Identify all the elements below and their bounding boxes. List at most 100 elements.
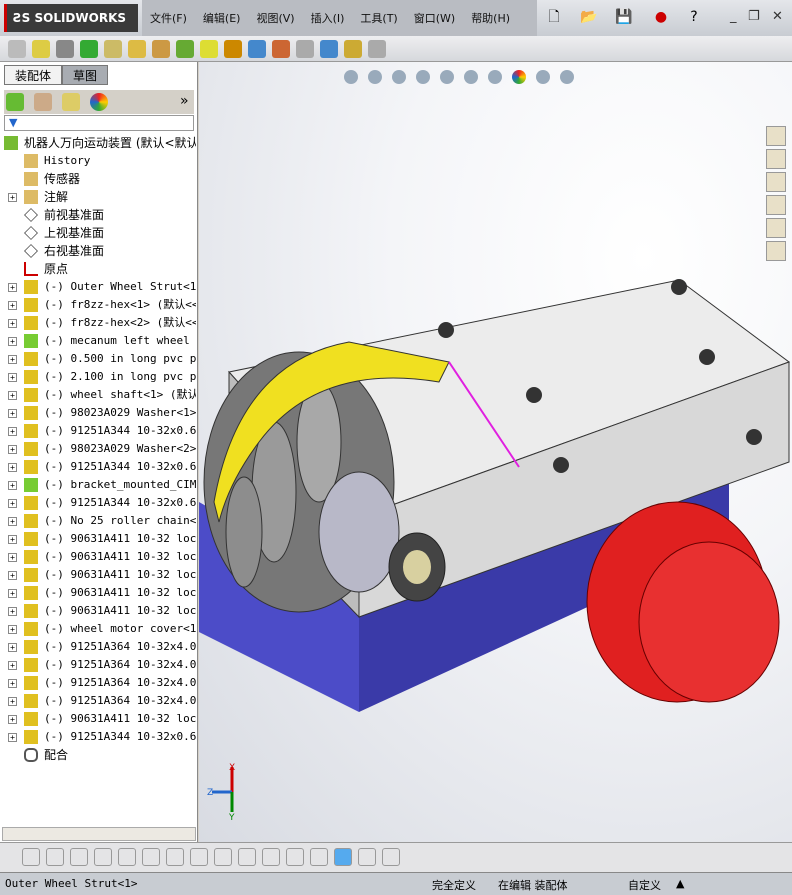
expand-toggle[interactable]: +	[8, 679, 17, 688]
chamfer-icon[interactable]	[190, 848, 208, 866]
toolbar-tool-icon[interactable]	[344, 40, 362, 58]
tab-sketch[interactable]: 草图	[62, 65, 109, 85]
3d-view-icon[interactable]	[334, 848, 352, 866]
expand-toggle[interactable]: +	[8, 427, 17, 436]
dimension-icon[interactable]	[262, 848, 280, 866]
menu-item[interactable]: 编辑(E)	[203, 10, 241, 26]
menu-item[interactable]: 帮助(H)	[471, 10, 510, 26]
spline-icon[interactable]	[238, 848, 256, 866]
expand-toggle[interactable]: +	[8, 697, 17, 706]
help-icon[interactable]: ?	[685, 8, 703, 26]
toolbar-tool-icon[interactable]	[32, 40, 50, 58]
restore-button[interactable]: ❐	[748, 9, 760, 24]
configuration-tab-icon[interactable]	[62, 93, 80, 111]
expand-toggle[interactable]: +	[8, 319, 17, 328]
expand-toggle[interactable]: +	[8, 373, 17, 382]
toolbar-tool-icon[interactable]	[320, 40, 338, 58]
expand-toggle[interactable]: +	[8, 589, 17, 598]
display-manager-tab-icon[interactable]	[90, 93, 108, 111]
close-button[interactable]: ✕	[772, 9, 783, 24]
expand-toggle[interactable]: +	[8, 643, 17, 652]
single-view-icon[interactable]	[358, 848, 376, 866]
grid-icon[interactable]	[286, 848, 304, 866]
angle-icon[interactable]	[142, 848, 160, 866]
new-document-icon[interactable]: 🗋	[545, 8, 563, 26]
expand-toggle[interactable]: +	[8, 193, 17, 202]
menu-item[interactable]: 工具(T)	[360, 10, 397, 26]
toolbar-tool-icon[interactable]	[224, 40, 242, 58]
tree-item-label: (-) 0.500 in long pvc pipe	[44, 352, 196, 365]
expand-toggle[interactable]: +	[8, 607, 17, 616]
expand-toggle[interactable]: +	[8, 535, 17, 544]
triangle-icon[interactable]	[310, 848, 328, 866]
expand-toggle[interactable]: +	[8, 283, 17, 292]
menu-item[interactable]: 窗口(W)	[414, 10, 455, 26]
toolbar-tool-icon[interactable]	[368, 40, 386, 58]
expand-toggle[interactable]: +	[8, 481, 17, 490]
save-icon[interactable]: 💾	[615, 8, 633, 26]
assembly-model[interactable]	[199, 62, 792, 842]
expand-toggle[interactable]: +	[8, 661, 17, 670]
expand-toggle[interactable]: +	[8, 301, 17, 310]
toolbar-tool-icon[interactable]	[248, 40, 266, 58]
four-view-icon[interactable]	[382, 848, 400, 866]
graphics-viewport[interactable]: X Z Y	[199, 62, 792, 842]
toolbar-tool-icon[interactable]	[152, 40, 170, 58]
expand-toggle[interactable]: +	[8, 499, 17, 508]
toolbar-tool-icon[interactable]	[296, 40, 314, 58]
feature-tree-tab-icon[interactable]	[6, 93, 24, 111]
solidworks-logo[interactable]: ƧS SOLIDWORKS	[4, 4, 138, 32]
toolbar-tool-icon[interactable]	[128, 40, 146, 58]
part-icon	[24, 370, 38, 384]
expand-toggle[interactable]: +	[8, 463, 17, 472]
part-icon	[24, 712, 38, 726]
expand-toggle[interactable]: +	[8, 553, 17, 562]
expand-toggle[interactable]: +	[8, 337, 17, 346]
fillet-icon[interactable]	[166, 848, 184, 866]
units-selector[interactable]: 自定义	[628, 877, 661, 893]
trim-icon[interactable]	[118, 848, 136, 866]
part-icon	[24, 622, 38, 636]
toolbar-tool-icon[interactable]	[80, 40, 98, 58]
point-icon[interactable]	[22, 848, 40, 866]
expand-toggle[interactable]: +	[8, 571, 17, 580]
polygon-icon[interactable]	[94, 848, 112, 866]
menu-item[interactable]: 插入(I)	[311, 10, 345, 26]
tree-item-label: (-) 90631A411 10-32 locknu	[44, 604, 196, 617]
rebuild-icon[interactable]: ●	[652, 8, 670, 26]
menu-item[interactable]: 文件(F)	[150, 10, 187, 26]
units-chevron-icon[interactable]: ▲	[676, 877, 684, 890]
property-manager-tab-icon[interactable]	[34, 93, 52, 111]
part-icon	[24, 514, 38, 528]
expand-toggle[interactable]: +	[8, 409, 17, 418]
toolbar-tool-icon[interactable]	[200, 40, 218, 58]
line-icon[interactable]	[70, 848, 88, 866]
toolbar-tool-icon[interactable]	[272, 40, 290, 58]
corner-icon[interactable]	[214, 848, 232, 866]
expand-toggle[interactable]: +	[8, 445, 17, 454]
roller	[225, 476, 263, 588]
tree-item-label: (-) 90631A411 10-32 locknu	[44, 550, 196, 563]
expand-toggle[interactable]: +	[8, 733, 17, 742]
tab-assembly[interactable]: 装配体	[4, 65, 63, 85]
expand-toggle[interactable]: +	[8, 715, 17, 724]
tree-item-label: 前视基准面	[44, 208, 105, 222]
expand-toggle[interactable]: +	[8, 625, 17, 634]
expand-toggle[interactable]: +	[8, 355, 17, 364]
more-tabs-button[interactable]: »	[180, 93, 189, 109]
menu-item[interactable]: 视图(V)	[256, 10, 294, 26]
minimize-button[interactable]: _	[730, 9, 737, 24]
locknut	[526, 387, 542, 403]
toolbar-tool-icon[interactable]	[176, 40, 194, 58]
toolbar-tool-icon[interactable]	[104, 40, 122, 58]
toolbar-tool-icon[interactable]	[8, 40, 26, 58]
toolbar-tool-icon[interactable]	[56, 40, 74, 58]
horizontal-scrollbar[interactable]	[2, 827, 196, 841]
part-icon	[24, 676, 38, 690]
part-icon	[24, 604, 38, 618]
open-icon[interactable]: 📂	[580, 8, 598, 26]
tree-filter-icon[interactable]: ▼	[4, 115, 194, 131]
expand-toggle[interactable]: +	[8, 517, 17, 526]
circle-icon[interactable]	[46, 848, 64, 866]
expand-toggle[interactable]: +	[8, 391, 17, 400]
